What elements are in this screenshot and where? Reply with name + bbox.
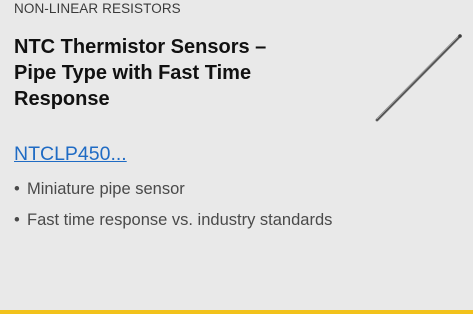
product-title: NTC Thermistor Sensors – Pipe Type with … [14,34,334,112]
feature-item: • Miniature pipe sensor [14,178,374,201]
category-label: NON-LINEAR RESISTORS [14,1,181,16]
bullet-icon: • [14,180,20,198]
product-title-line-2: Pipe Type with Fast Time [14,62,252,84]
feature-text: Fast time response vs. industry standard… [27,211,333,229]
feature-text: Miniature pipe sensor [27,180,185,198]
thermistor-pipe-sensor-image [375,34,462,122]
product-card: NON-LINEAR RESISTORS NTC Thermistor Sens… [0,0,473,314]
product-title-line-1: NTC Thermistor Sensors – [14,36,267,58]
feature-list: • Miniature pipe sensor • Fast time resp… [14,178,374,240]
feature-item: • Fast time response vs. industry standa… [14,209,374,232]
product-title-line-3: Response [14,88,110,110]
bullet-icon: • [14,211,20,229]
part-number-link[interactable]: NTCLP450... [14,143,127,166]
